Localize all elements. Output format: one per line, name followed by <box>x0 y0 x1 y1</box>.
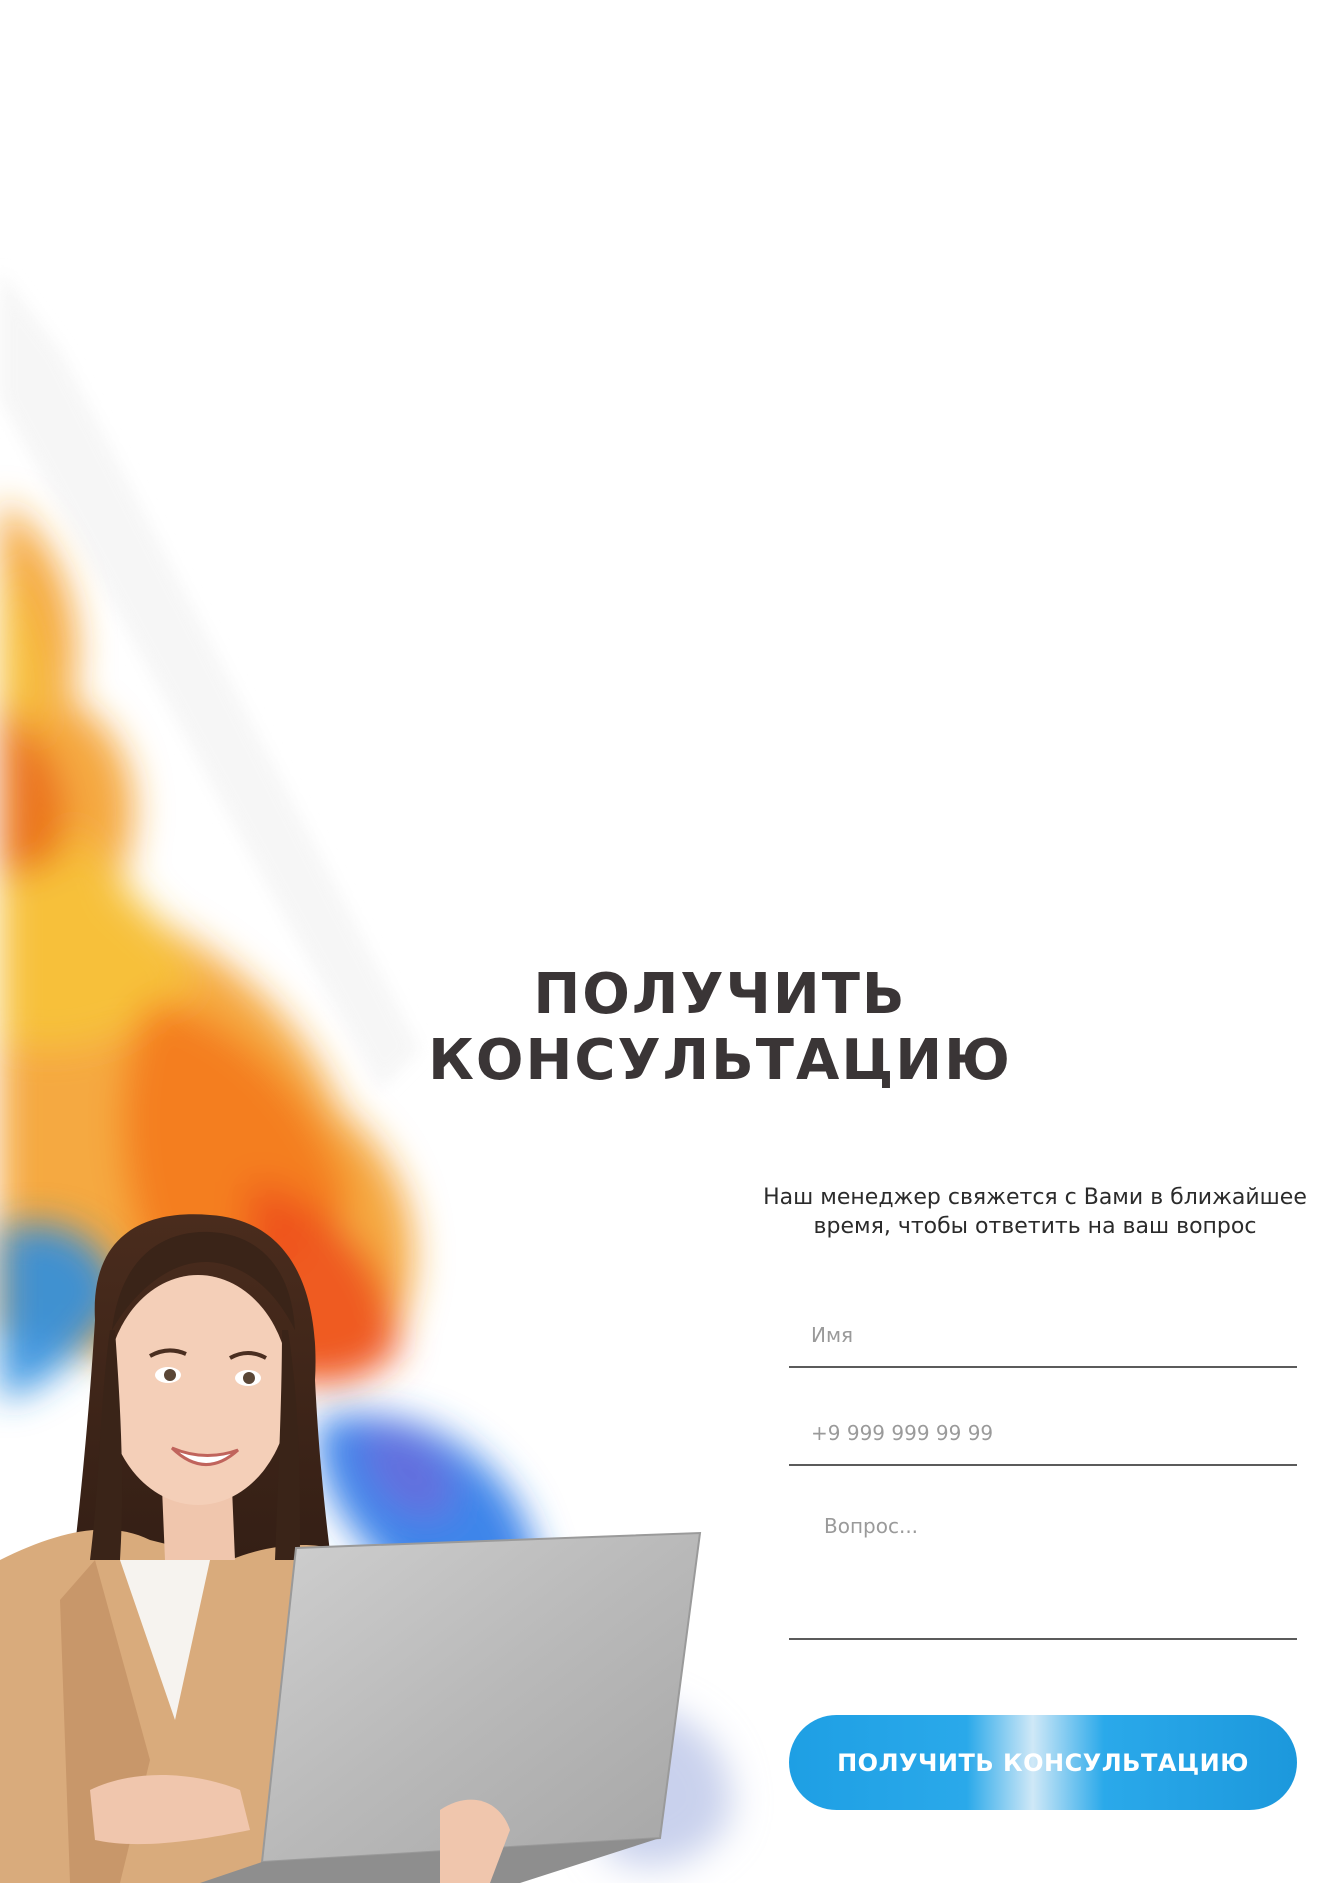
consultation-form <box>789 1290 1297 1640</box>
subtitle-line-1: Наш менеджер свяжется с Вами в ближайшее <box>763 1185 1307 1210</box>
question-textarea[interactable] <box>789 1486 1297 1636</box>
page-title: ПОЛУЧИТЬ КОНСУЛЬТАЦИЮ <box>360 962 1080 1094</box>
name-field-wrapper <box>789 1290 1297 1368</box>
title-line-2: КОНСУЛЬТАЦИЮ <box>428 1028 1012 1093</box>
title-line-1: ПОЛУЧИТЬ <box>533 962 907 1027</box>
subtitle: Наш менеджер свяжется с Вами в ближайшее… <box>745 1183 1325 1241</box>
phone-field-wrapper <box>789 1388 1297 1466</box>
question-field-wrapper <box>789 1486 1297 1640</box>
name-input[interactable] <box>789 1290 1297 1366</box>
phone-input[interactable] <box>789 1388 1297 1464</box>
subtitle-line-2: время, чтобы ответить на ваш вопрос <box>813 1214 1257 1239</box>
get-consultation-button[interactable]: ПОЛУЧИТЬ КОНСУЛЬТАЦИЮ <box>789 1715 1297 1810</box>
